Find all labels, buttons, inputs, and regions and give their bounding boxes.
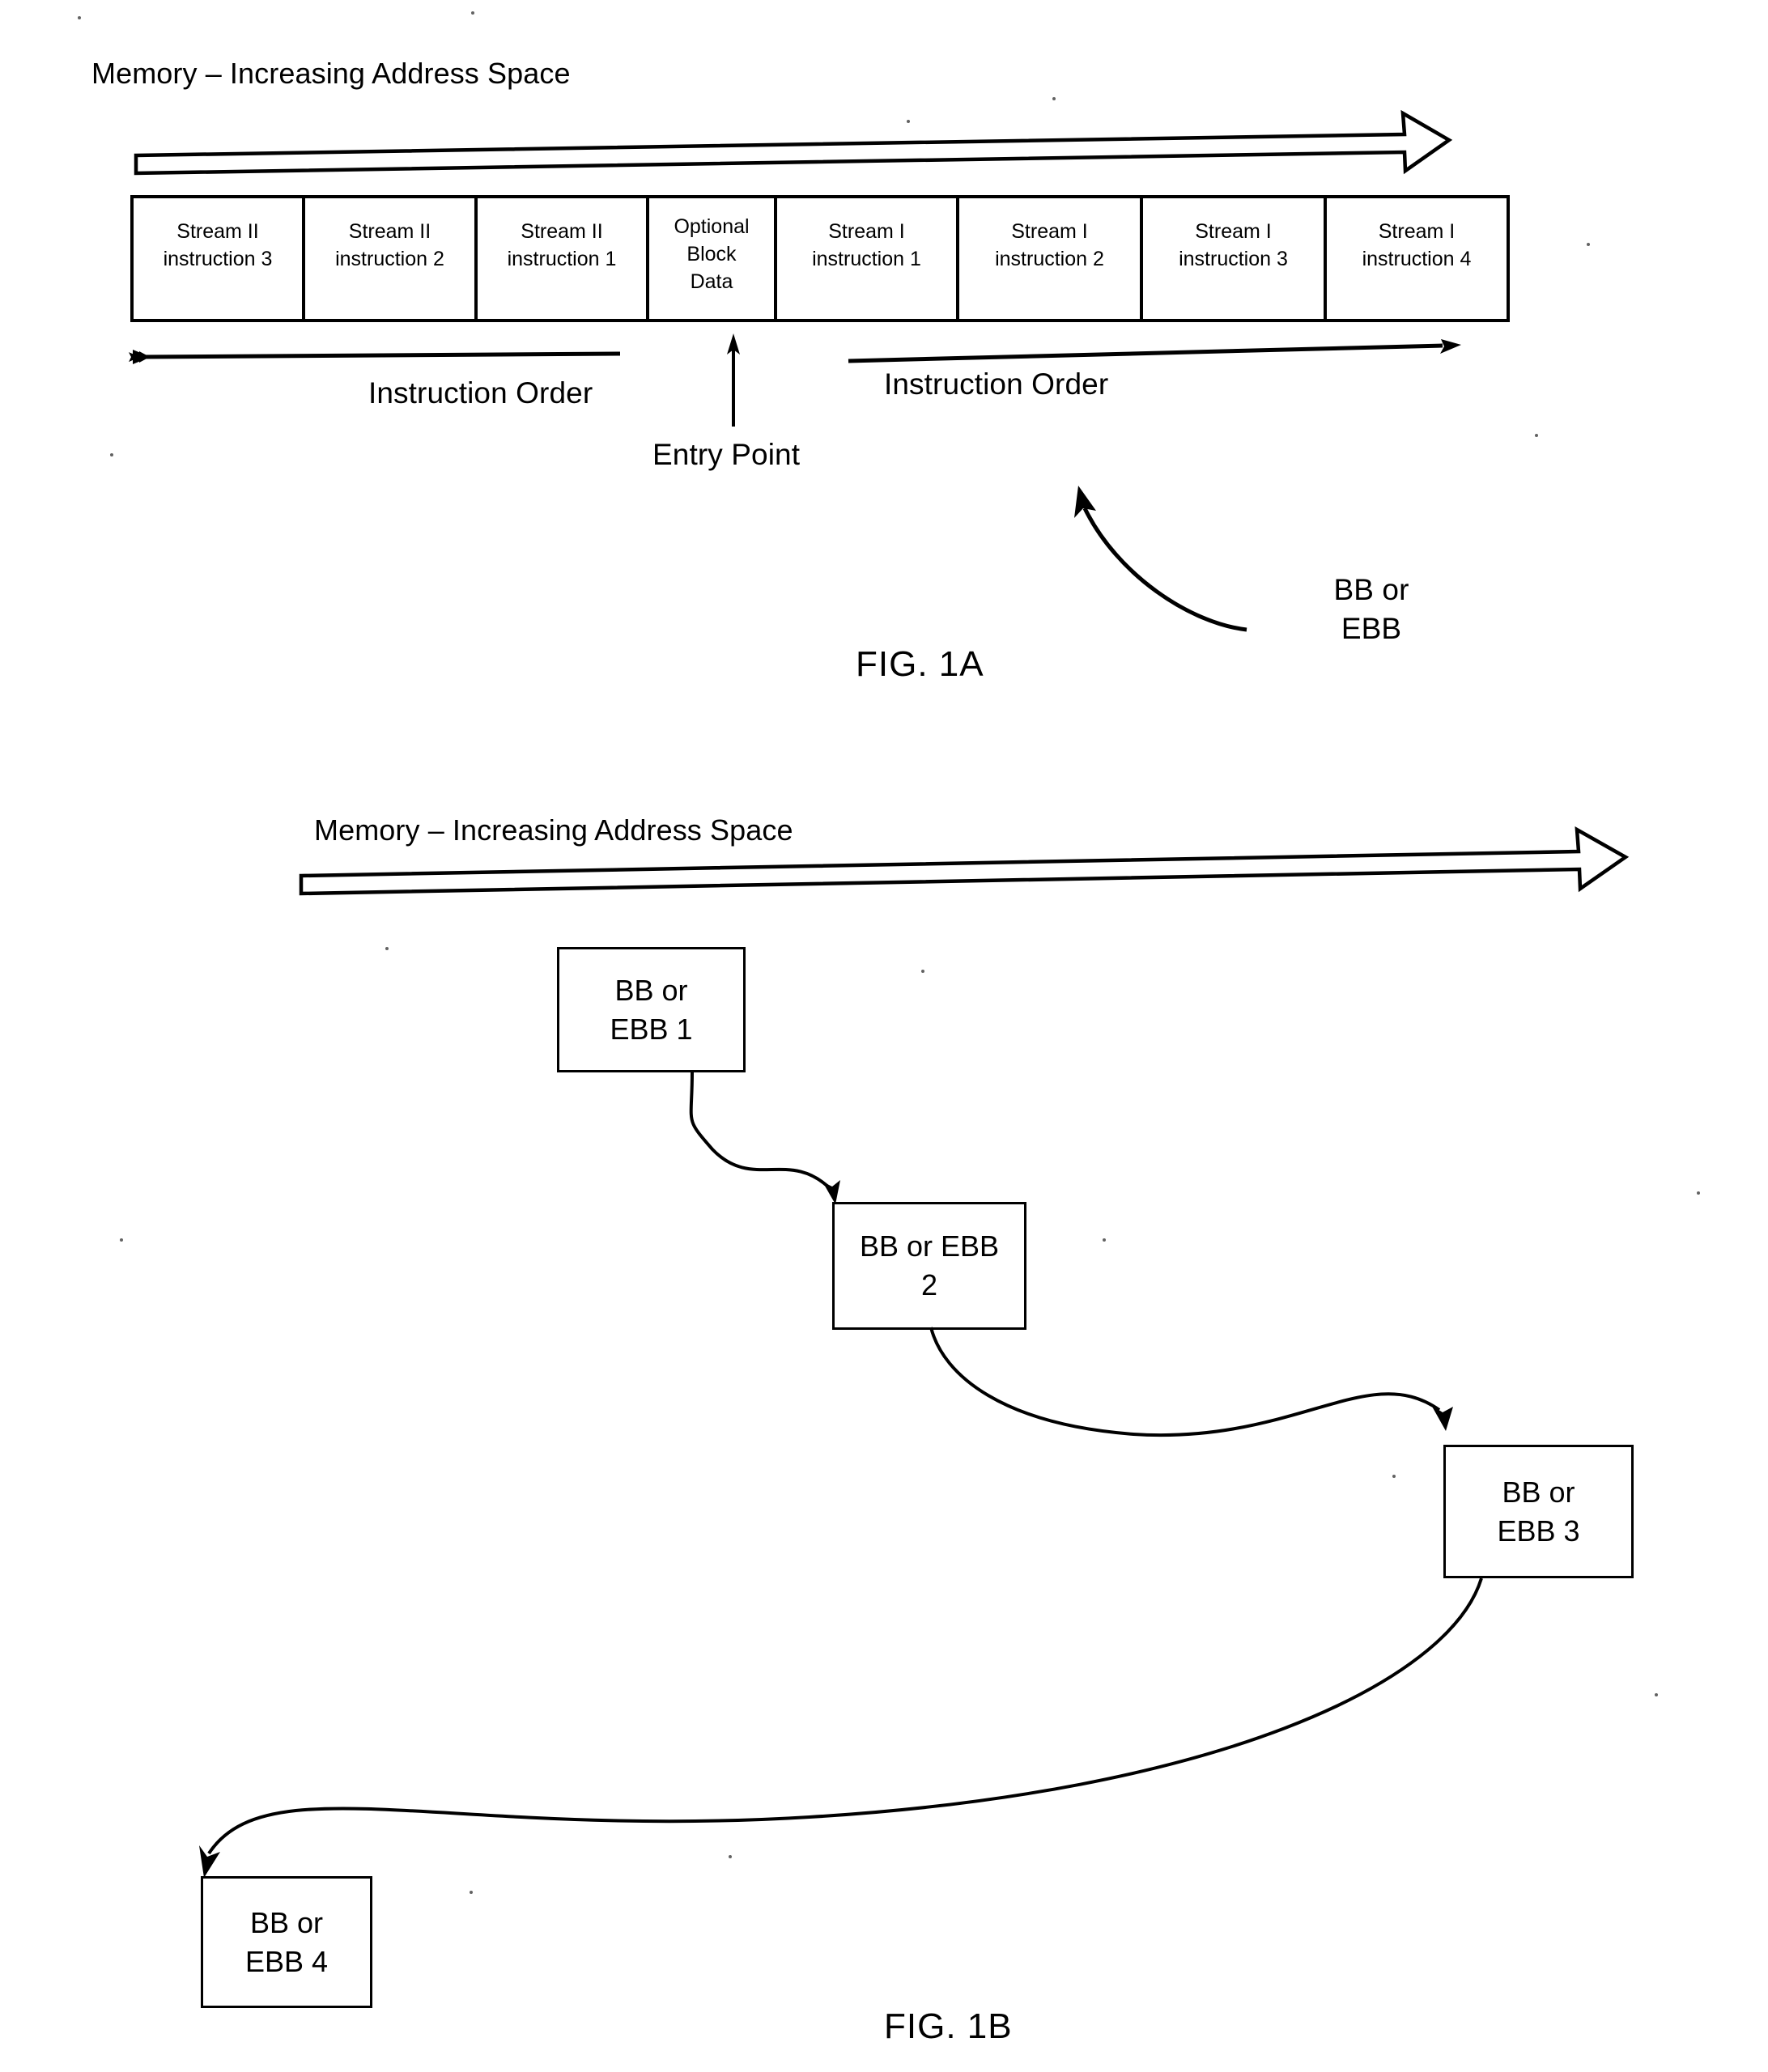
scan-speck	[729, 1855, 732, 1858]
instruction-cell-line2: instruction 1	[812, 247, 921, 270]
bb-ebb-block-1-line2: EBB 1	[610, 1012, 693, 1046]
instruction-cell-line1: Stream I	[1378, 220, 1456, 243]
instruction-cell-line1: Stream II	[521, 220, 603, 243]
fig1b-flow-connector-2-to-3	[929, 1327, 1453, 1437]
bb-ebb-block-1-label: BB or EBB 1	[610, 971, 692, 1048]
instruction-cell-label: Stream II instruction 2	[304, 219, 476, 274]
scan-speck	[110, 453, 113, 456]
instruction-cell-line1: Stream I	[1011, 220, 1088, 243]
fig1a-memory-arrow	[134, 109, 1453, 176]
bb-ebb-block-3-line1: BB or	[1502, 1475, 1575, 1509]
scan-speck	[921, 970, 924, 973]
scan-speck	[907, 120, 910, 123]
instruction-cell: Stream I instruction 1	[776, 201, 958, 321]
instruction-cell: Stream II instruction 1	[476, 201, 648, 321]
scan-speck	[78, 16, 81, 19]
scan-speck	[1052, 97, 1056, 100]
fig1a-left-instruction-order-label: Instruction Order	[368, 376, 593, 410]
bb-ebb-block-3-label: BB or EBB 3	[1497, 1473, 1579, 1550]
bb-ebb-block-2: BB or EBB 2	[832, 1202, 1026, 1330]
instruction-cell-label: Stream II instruction 1	[476, 219, 648, 274]
instruction-cell-line1: Stream I	[1195, 220, 1272, 243]
bb-ebb-block-4-line1: BB or	[249, 1905, 324, 1939]
fig1a-right-instruction-order-label: Instruction Order	[884, 367, 1109, 401]
scan-speck	[1697, 1191, 1700, 1195]
bb-ebb-block-4: BB or EBB 4	[201, 1876, 372, 2008]
fig1a-caption: FIG. 1A	[856, 644, 984, 684]
bb-ebb-block-3: BB or EBB 3	[1443, 1445, 1634, 1578]
optional-block-data-line1: Optional	[674, 215, 750, 238]
bb-ebb-block-3-line2: EBB 3	[1497, 1514, 1580, 1548]
fig1b-caption: FIG. 1B	[884, 2006, 1013, 2046]
scan-speck	[1587, 243, 1590, 246]
instruction-cell-label: Stream I instruction 2	[958, 219, 1141, 274]
optional-block-data-cell: Optional Block Data	[648, 201, 776, 321]
patent-figure-sheet: Memory – Increasing Address Space Stream…	[0, 0, 1768, 2072]
instruction-cell-label: Stream I instruction 4	[1325, 219, 1508, 274]
fig1a-bb-ebb-callout-label: BB or EBB	[1282, 571, 1460, 648]
bb-ebb-block-1-line1: BB or	[614, 973, 688, 1007]
bb-ebb-block-2-line1: BB or EBB	[859, 1229, 1000, 1263]
scan-speck	[470, 1891, 473, 1894]
optional-block-data-line3: Data	[690, 270, 733, 293]
fig1b-flow-connector-1-to-2	[689, 1072, 840, 1204]
instruction-cell-line2: instruction 4	[1362, 247, 1472, 270]
instruction-cell: Stream I instruction 4	[1325, 201, 1508, 321]
instruction-cell-line1: Stream II	[348, 220, 431, 243]
fig1b-memory-axis-label: Memory – Increasing Address Space	[314, 813, 793, 847]
scan-speck	[1392, 1475, 1396, 1478]
instruction-cell-line2: instruction 3	[163, 247, 273, 270]
bb-ebb-block-1: BB or EBB 1	[557, 947, 746, 1072]
instruction-cell-label: Stream I instruction 3	[1141, 219, 1325, 274]
scan-speck	[1103, 1238, 1106, 1242]
instruction-cell-label: Stream I instruction 1	[776, 219, 958, 274]
instruction-cell-line2: instruction 2	[995, 247, 1104, 270]
fig1a-entry-point-label: Entry Point	[652, 438, 801, 471]
optional-block-data-label: Optional Block Data	[648, 214, 776, 295]
instruction-cell-line2: instruction 1	[507, 247, 617, 270]
instruction-cell: Stream I instruction 2	[958, 201, 1141, 321]
scan-speck	[385, 947, 389, 950]
scan-speck	[1655, 1693, 1658, 1696]
instruction-cell-line2: instruction 2	[335, 247, 444, 270]
scan-speck	[1535, 434, 1538, 437]
instruction-cell-line1: Stream I	[828, 220, 905, 243]
bb-ebb-block-2-label: BB or EBB 2	[860, 1227, 999, 1304]
fig1b-flow-connector-3-to-4	[199, 1577, 1483, 1878]
fig1a-left-instruction-order-arrow	[128, 350, 621, 364]
bb-ebb-block-2-line2: 2	[920, 1268, 937, 1301]
instruction-cell-line1: Stream II	[176, 220, 259, 243]
instruction-cell: Stream II instruction 3	[132, 201, 304, 321]
bb-ebb-block-4-label: BB or EBB 4	[245, 1904, 328, 1981]
instruction-cell: Stream I instruction 3	[1141, 201, 1325, 321]
optional-block-data-line2: Block	[686, 242, 737, 265]
instruction-cell-line2: instruction 3	[1179, 247, 1288, 270]
instruction-cell-label: Stream II instruction 3	[132, 219, 304, 274]
fig1a-right-instruction-order-arrow	[848, 339, 1461, 363]
fig1a-callout-line1: BB or	[1333, 573, 1409, 606]
instruction-cell: Stream II instruction 2	[304, 201, 476, 321]
fig1a-callout-line2: EBB	[1341, 612, 1402, 646]
scan-speck	[471, 11, 474, 15]
fig1a-bb-ebb-callout-arrow	[1074, 486, 1247, 632]
fig1a-entry-point-arrow	[727, 333, 740, 427]
scan-speck	[120, 1238, 123, 1242]
bb-ebb-block-4-line2: EBB 4	[244, 1944, 329, 1978]
